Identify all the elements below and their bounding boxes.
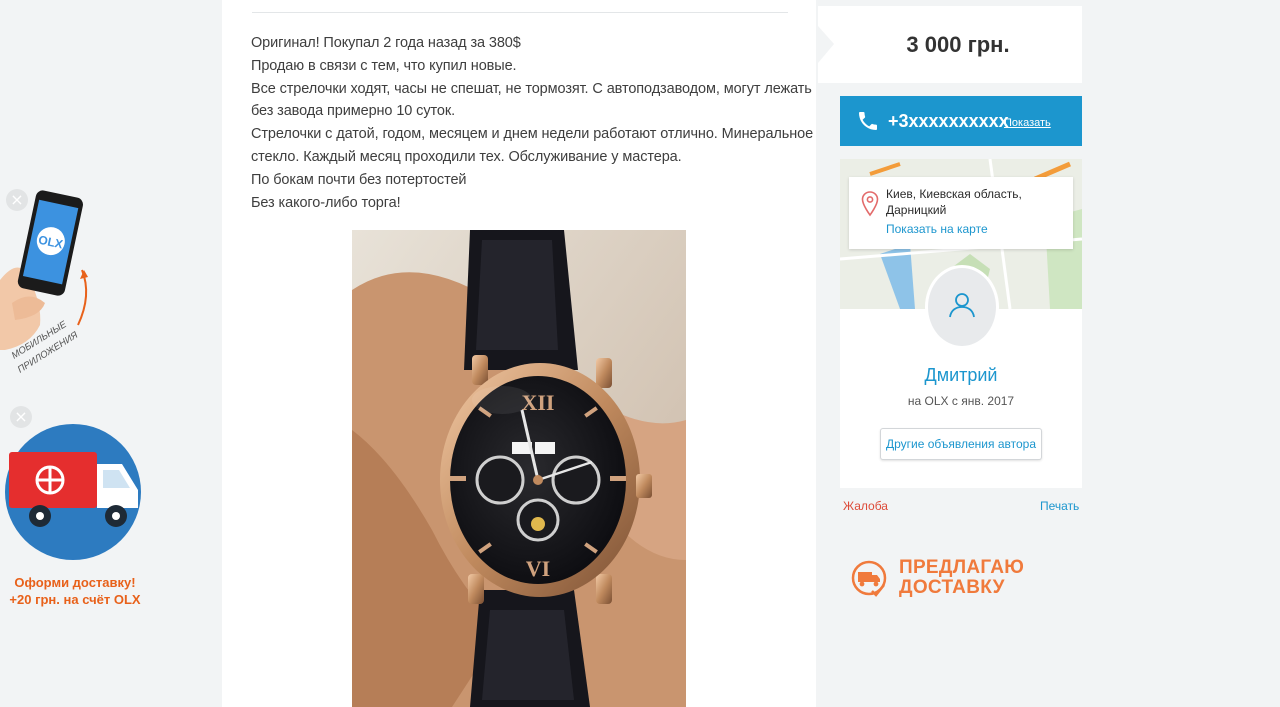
show-phone-button[interactable]: +3xxxxxxxxxx Показать <box>840 96 1082 146</box>
location-pin-icon <box>861 191 879 217</box>
location-popup: Киев, Киевская область, Дарницкий Показа… <box>849 177 1073 249</box>
user-icon <box>949 293 975 318</box>
description-line: По бокам почти без потертостей <box>251 171 467 188</box>
ad-description: Оригинал! Покупал 2 года назад за 380$ П… <box>251 32 814 214</box>
description-line: без завода примерно 10 суток. <box>251 103 456 120</box>
ad-photo[interactable]: XII VI <box>352 230 686 707</box>
seller-avatar <box>925 265 999 349</box>
mobile-apps-promo[interactable]: × OLX МОБИЛЬНЫЕ ПРИЛОЖЕНИЯ <box>0 185 150 385</box>
divider <box>252 12 788 13</box>
watch-photo: XII VI <box>352 230 686 707</box>
show-on-map-link[interactable]: Показать на карте <box>886 222 988 236</box>
phone-icon <box>859 112 877 130</box>
delivery-promo-line1: Оформи доставку! <box>14 575 136 590</box>
show-phone-link[interactable]: Показать <box>1004 96 1051 150</box>
price-value: 3 000 грн. <box>906 32 1010 57</box>
other-ads-button[interactable]: Другие объявления автора <box>880 428 1042 460</box>
phone-in-hand-illustration: OLX МОБИЛЬНЫЕ ПРИЛОЖЕНИЯ <box>0 190 88 376</box>
delivery-truck-illustration <box>5 424 141 560</box>
description-line: Продаю в связи с тем, что купил новые. <box>251 57 517 74</box>
delivery-offer-text: ПРЕДЛАГАЮ ДОСТАВКУ <box>899 558 1024 598</box>
delivery-promo-line2: +20 грн. на счёт OLX <box>9 592 141 607</box>
print-link[interactable]: Печать <box>1040 499 1079 513</box>
price-box: 3 000 грн. <box>818 6 1082 83</box>
description-line: Без какого-либо торга! <box>251 194 401 211</box>
ad-content: Оригинал! Покупал 2 года назад за 380$ П… <box>222 0 816 707</box>
location-line2: Дарницкий <box>886 203 947 217</box>
seller-name[interactable]: Дмитрий <box>840 365 1082 386</box>
description-line: стекло. Каждый месяц проходили тех. Обсл… <box>251 148 682 165</box>
delivery-offer-badge: ПРЕДЛАГАЮ ДОСТАВКУ <box>850 557 1030 603</box>
phone-number: +3xxxxxxxxxx <box>888 111 1009 131</box>
delivery-promo-text: Оформи доставку! +20 грн. на счёт OLX <box>0 574 150 608</box>
svg-text:VI: VI <box>526 556 550 581</box>
delivery-offer-line2: ДОСТАВКУ <box>899 577 1005 598</box>
description-line: Оригинал! Покупал 2 года назад за 380$ <box>251 35 521 51</box>
seller-card: Киев, Киевская область, Дарницкий Показа… <box>840 159 1082 488</box>
seller-since: на OLX с янв. 2017 <box>907 394 1015 408</box>
location-address: Киев, Киевская область, Дарницкий <box>886 186 1022 218</box>
location-line1: Киев, Киевская область, <box>886 187 1022 201</box>
description-line: Стрелочки с датой, годом, месяцем и днем… <box>251 126 814 143</box>
delivery-truck-icon <box>851 560 887 597</box>
delivery-offer-line1: ПРЕДЛАГАЮ <box>899 557 1025 578</box>
complaint-link[interactable]: Жалоба <box>843 499 888 513</box>
delivery-promo[interactable]: × Оформи доставку! +20 грн. на счёт OLX <box>0 402 150 612</box>
description-line: Все стрелочки ходят, часы не спешат, не … <box>251 80 812 97</box>
